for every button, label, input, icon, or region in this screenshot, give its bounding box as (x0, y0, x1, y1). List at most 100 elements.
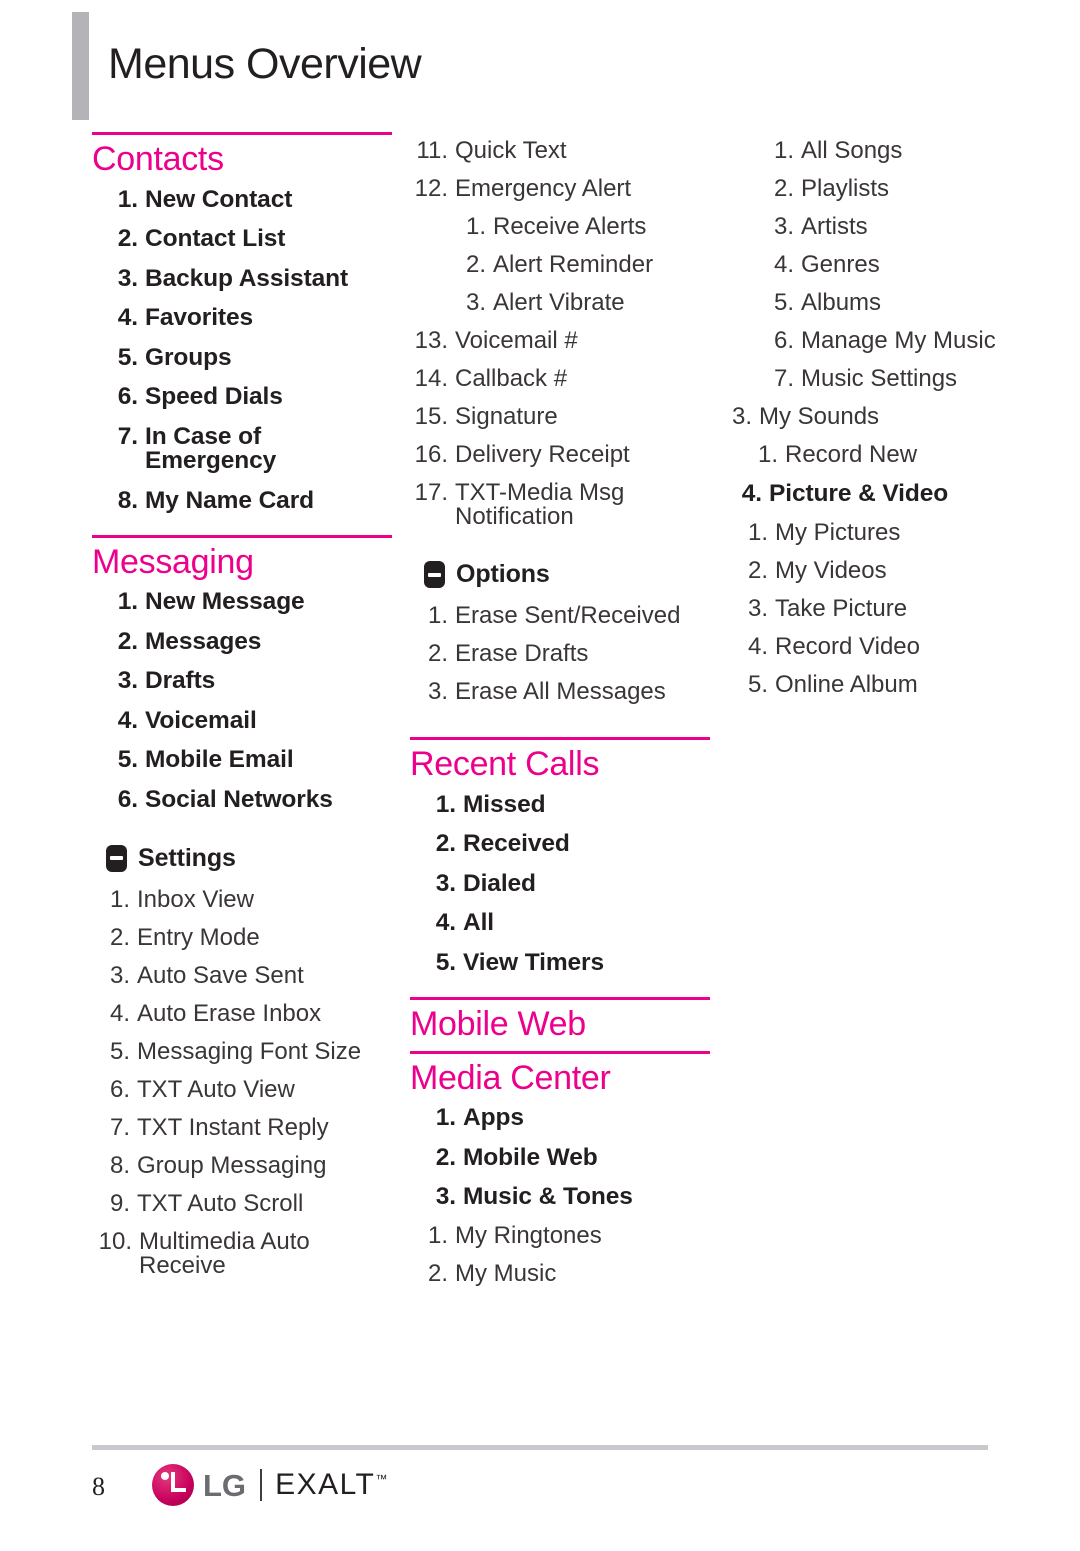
menu-item[interactable]: 12. Emergency Alert (410, 170, 710, 208)
menu-item[interactable]: 1. Receive Alerts (410, 208, 710, 246)
section-media-center: Media Center 1. Apps 2. Mobile Web 3. Mu… (410, 1050, 710, 1294)
menu-item[interactable]: 5. Groups (92, 338, 392, 378)
subgroup-options[interactable]: Options (410, 536, 710, 597)
item-number: 3. (435, 1183, 456, 1210)
item-label: Playlists (801, 175, 890, 202)
page-footer: 8 LG EXALT™ (0, 1440, 1080, 1550)
menu-item[interactable]: 3. Auto Save Sent (92, 957, 392, 995)
menu-item[interactable]: 1. New Message (92, 583, 392, 623)
menu-item[interactable]: 14. Callback # (410, 360, 710, 398)
menu-item[interactable]: 3. Dialed (410, 864, 710, 904)
item-number: 2. (109, 923, 130, 951)
menu-item[interactable]: 3. Drafts (92, 662, 392, 702)
menu-item[interactable]: 1. My Pictures (730, 514, 1030, 552)
menu-item[interactable]: 3. Backup Assistant (92, 259, 392, 299)
item-number: 3. (747, 594, 768, 622)
menu-item[interactable]: 2. Contact List (92, 220, 392, 260)
menu-item[interactable]: 4. Auto Erase Inbox (92, 995, 392, 1033)
brand-separator (260, 1469, 263, 1501)
menu-item[interactable]: 2. Alert Reminder (410, 246, 710, 284)
menu-item[interactable]: 9. TXT Auto Scroll (92, 1185, 392, 1223)
menu-item[interactable]: 2. My Music (410, 1255, 710, 1293)
menu-item[interactable]: 4. Picture & Video (730, 474, 1030, 514)
item-label: Alert Vibrate (493, 289, 625, 316)
menu-item[interactable]: 1. Record New (730, 436, 1030, 474)
menu-item[interactable]: 6. Social Networks (92, 780, 392, 820)
menu-item[interactable]: 2. Mobile Web (410, 1138, 710, 1178)
item-number: 1. (773, 137, 794, 164)
item-number: 1. (109, 885, 130, 913)
menu-item[interactable]: 11. Quick Text (410, 132, 710, 170)
menu-item[interactable]: 3. Alert Vibrate (410, 284, 710, 322)
menu-item[interactable]: 4. Genres (730, 246, 1030, 284)
item-number: 1. (435, 1104, 456, 1131)
menu-item[interactable]: 1. Apps (410, 1099, 710, 1139)
menu-item[interactable]: 6. TXT Auto View (92, 1071, 392, 1109)
menu-item[interactable]: 1. New Contact (92, 180, 392, 220)
menu-item[interactable]: 7. In Case of Emergency (92, 417, 392, 481)
item-number: 4. (773, 251, 794, 278)
item-number: 2. (435, 830, 456, 857)
menu-item[interactable]: 10. Multimedia Auto Receive (92, 1223, 392, 1285)
menu-item[interactable]: 4. Record Video (730, 628, 1030, 666)
item-number: 3. (117, 264, 138, 292)
menu-item[interactable]: 8. Group Messaging (92, 1147, 392, 1185)
item-number: 6. (117, 785, 138, 813)
item-label: Multimedia Auto Receive (139, 1227, 310, 1279)
menu-item[interactable]: 3. Take Picture (730, 590, 1030, 628)
menu-item[interactable]: 1. My Ringtones (410, 1217, 710, 1255)
menu-item[interactable]: 7. Music Settings (730, 360, 1030, 398)
menu-item[interactable]: 1. All Songs (730, 132, 1030, 170)
menu-item[interactable]: 5. Messaging Font Size (92, 1033, 392, 1071)
menu-item[interactable]: 5. Mobile Email (92, 741, 392, 781)
menu-item[interactable]: 3. Erase All Messages (410, 673, 710, 711)
menu-item[interactable]: 13. Voicemail # (410, 322, 710, 360)
menu-item[interactable]: 5. Online Album (730, 666, 1030, 704)
menu-item[interactable]: 4. All (410, 904, 710, 944)
menu-item[interactable]: 3. Artists (730, 208, 1030, 246)
item-label: Messages (145, 627, 262, 655)
menu-item[interactable]: 16. Delivery Receipt (410, 436, 710, 474)
menu-item[interactable]: 1. Missed (410, 785, 710, 825)
menu-item[interactable]: 5. Albums (730, 284, 1030, 322)
menu-item[interactable]: 8. My Name Card (92, 481, 392, 521)
media-center-continued: 1. All Songs 2. Playlists 3. Artists 4. … (730, 132, 1030, 704)
menu-item[interactable]: 7. TXT Instant Reply (92, 1109, 392, 1147)
item-label: TXT Instant Reply (137, 1113, 329, 1141)
item-number: 1. (427, 1222, 448, 1249)
item-label: Callback # (455, 365, 568, 392)
menu-item[interactable]: 4. Favorites (92, 299, 392, 339)
menu-item[interactable]: 2. Received (410, 825, 710, 865)
menu-item[interactable]: 2. My Videos (730, 552, 1030, 590)
menu-item[interactable]: 6. Speed Dials (92, 378, 392, 418)
subgroup-label: Options (456, 560, 550, 588)
section-mobile-web: Mobile Web (410, 996, 710, 1045)
item-number: 2. (427, 640, 448, 667)
subgroup-settings[interactable]: Settings (92, 820, 392, 881)
menu-item[interactable]: 2. Entry Mode (92, 919, 392, 957)
item-label: Social Networks (145, 785, 333, 813)
menu-item[interactable]: 3. My Sounds (730, 398, 1030, 436)
menu-item[interactable]: 2. Messages (92, 622, 392, 662)
menu-item[interactable]: 15. Signature (410, 398, 710, 436)
item-label: View Timers (463, 948, 604, 976)
item-number: 5. (773, 289, 794, 316)
item-number: 1. (117, 588, 138, 615)
item-number: 2. (747, 556, 768, 584)
menu-item[interactable]: 6. Manage My Music (730, 322, 1030, 360)
menu-item[interactable]: 1. Inbox View (92, 881, 392, 919)
item-number: 5. (747, 670, 768, 698)
menu-item[interactable]: 4. Voicemail (92, 701, 392, 741)
menu-item[interactable]: 2. Erase Drafts (410, 635, 710, 673)
item-label: All (463, 909, 495, 936)
menu-item[interactable]: 1. Erase Sent/Received (410, 597, 710, 635)
item-number: 12. (414, 175, 448, 202)
menu-item[interactable]: 2. Playlists (730, 170, 1030, 208)
column-1: Contacts 1. New Contact 2. Contact List … (92, 132, 392, 1285)
item-label: Emergency Alert (455, 175, 632, 202)
menu-item[interactable]: 17. TXT-Media Msg Notification (410, 474, 710, 536)
menu-item[interactable]: 5. View Timers (410, 943, 710, 983)
item-number: 2. (117, 627, 138, 655)
item-number: 1. (427, 602, 448, 629)
menu-item[interactable]: 3. Music & Tones (410, 1178, 710, 1218)
